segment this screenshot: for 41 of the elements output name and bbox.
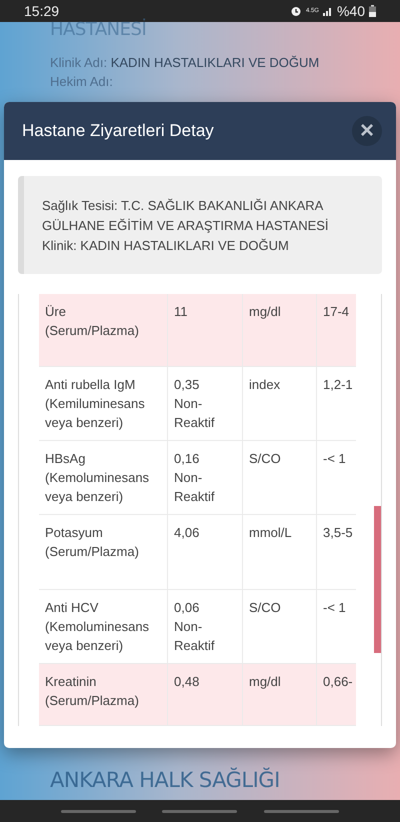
- table-cell-text: -< 1: [322, 599, 347, 617]
- table-cell: mmol/L: [243, 515, 317, 589]
- table-cell: Potasyum (Serum/Plazma): [39, 515, 168, 589]
- table-cell: 0,16 Non-Reaktif: [168, 441, 243, 514]
- table-cell-text: -< 1: [322, 450, 347, 468]
- table-cell: 0,06 Non-Reaktif: [168, 590, 243, 663]
- signal-icon: [322, 6, 333, 16]
- table-cell-text: 3,5-5: [322, 524, 354, 542]
- table-cell: Kreatinin (Serum/Plazma): [39, 664, 168, 725]
- table-cell: Üre (Serum/Plazma): [39, 294, 168, 366]
- table-cell: HBsAg (Kemoluminesans veya benzeri): [39, 441, 168, 514]
- battery-icon: [369, 5, 376, 17]
- table-cell: 0,48: [168, 664, 243, 725]
- table-cell-text: 17-4: [322, 303, 350, 321]
- table-cell: Anti rubella IgM (Kemiluminesans veya benzeri): [39, 367, 168, 440]
- status-time: 15:29: [24, 2, 60, 18]
- info-text: Sağlık Tesisi: T.C. SAĞLIK BAKANLIĞI ANKARA GÜLHANE EĞİTİM VE ARAŞTIRMA HASTANESİ: [42, 197, 330, 235]
- table-cell: S/CO: [243, 441, 317, 514]
- info-text: Klinik: KADIN HASTALIKLARI VE DOĞUM: [42, 237, 290, 255]
- field-label: Hekim Adı:: [50, 74, 113, 89]
- field-label: Klinik Adı:: [50, 55, 108, 70]
- field-value: KADIN HASTALIKLARI VE DOĞUM: [110, 55, 320, 70]
- table-cell-text: 0,66-: [322, 673, 354, 691]
- table-cell: 11: [168, 294, 243, 366]
- table-cell: mg/dl: [243, 294, 317, 366]
- close-button[interactable]: ×: [352, 116, 382, 146]
- table-cell: Anti HCV (Kemoluminesans veya benzeri): [39, 590, 168, 663]
- alarm-icon: [290, 5, 302, 17]
- nav-handle[interactable]: [264, 810, 339, 812]
- table-cell-text: 1,2-1: [322, 376, 354, 394]
- table-cell: 0,35 Non-Reaktif: [168, 367, 243, 440]
- table-cell: index: [243, 367, 317, 440]
- nav-handle[interactable]: [162, 810, 238, 812]
- table-cell: 4,06: [168, 515, 243, 589]
- page-heading: HASTANESİ: [50, 20, 148, 39]
- table-cell: S/CO: [243, 590, 317, 663]
- modal-title: Hastane Ziyaretleri Detay: [22, 120, 214, 142]
- page-heading: ANKARA HALK SAĞLIĞI: [50, 766, 280, 794]
- nav-handle[interactable]: [61, 810, 136, 812]
- table-cell: mg/dl: [243, 664, 317, 725]
- battery-percent: %40: [336, 2, 365, 20]
